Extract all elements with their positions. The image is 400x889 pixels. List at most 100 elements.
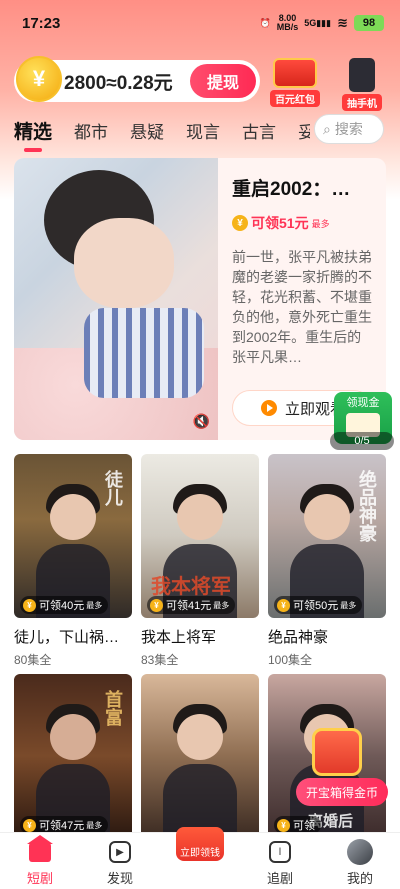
- mute-icon[interactable]: 🔇: [193, 413, 210, 430]
- drama-title: 徒儿，下山祸…: [14, 629, 120, 646]
- tab-urban[interactable]: 都市: [74, 118, 108, 143]
- tab-suspense[interactable]: 悬疑: [130, 118, 164, 143]
- avatar-icon: [347, 839, 373, 865]
- net-speed: 8.00 MB/s: [277, 14, 299, 32]
- search-placeholder: 搜索: [334, 121, 363, 137]
- featured-info: 重启2002：… ¥ 可领51元 最多 前一世，张平凡被扶弟魔的老婆一家折腾的不…: [232, 174, 374, 367]
- treasure-chest-icon[interactable]: [312, 728, 362, 776]
- tab-ancient-romance[interactable]: 古言: [242, 118, 276, 143]
- drama-poster[interactable]: 我本将军 ¥ 可领41元 最多: [141, 454, 259, 618]
- drama-card[interactable]: 绝品神豪 ¥ 可领50元 最多 绝品神豪 100集全: [268, 454, 386, 668]
- phone-lottery-label: 抽手机: [342, 94, 382, 111]
- reward-badge-more: 最多: [86, 820, 103, 830]
- tab-featured[interactable]: 精选: [14, 117, 52, 152]
- reward-badge-text: 可领40元: [39, 600, 85, 612]
- money-envelope-icon: 立即领钱: [176, 827, 224, 861]
- search-icon: ⌕: [323, 120, 331, 137]
- drama-card[interactable]: 首富 ¥ 可领47元 最多: [14, 674, 132, 838]
- drama-card[interactable]: [141, 674, 259, 838]
- coin-icon: ¥: [16, 56, 62, 102]
- net-speed-unit: MB/s: [276, 22, 299, 32]
- featured-reward-more: 最多: [311, 218, 330, 229]
- poster-title-art: 我本将军: [151, 576, 231, 598]
- poster-figure: [50, 714, 96, 760]
- coin-icon: ¥: [150, 598, 163, 612]
- reward-badge: ¥ 可领41元 最多: [147, 596, 236, 614]
- nav-following[interactable]: l 追剧: [245, 839, 315, 887]
- red-packet-label: 百元红包: [270, 90, 320, 107]
- reward-badge-text: 可领: [293, 820, 315, 832]
- drama-card[interactable]: 徒儿 ¥ 可领40元 最多 徒儿，下山祸… 80集全: [14, 454, 132, 668]
- status-bar: 17:23 ⏰ 8.00 MB/s 5G▮▮▮ ≋ 98: [0, 0, 400, 46]
- poster-title-art: 绝品神豪: [357, 470, 377, 542]
- poster-title-art: 徒儿: [103, 470, 123, 506]
- phone-lottery-promo[interactable]: 抽手机: [342, 58, 382, 111]
- reward-badge-text: 可领47元: [39, 820, 85, 832]
- play-icon: [261, 400, 277, 416]
- reward-badge-text: 可领50元: [293, 600, 339, 612]
- poster-figure: [50, 494, 96, 540]
- nav-earn-money[interactable]: 立即领钱: [165, 827, 235, 861]
- home-icon: [27, 835, 53, 865]
- search-input[interactable]: ⌕ 搜索: [314, 114, 384, 144]
- preview-shirt: [84, 308, 204, 398]
- cash-reward-label: 领现金: [346, 397, 380, 409]
- featured-video-preview[interactable]: 🔇: [14, 158, 218, 440]
- coin-icon: ¥: [23, 598, 36, 612]
- coin-balance-bar[interactable]: ¥ 2800≈0.28元 提现: [14, 56, 260, 102]
- status-time: 17:23: [22, 14, 61, 32]
- poster-figure: [304, 494, 350, 540]
- nav-profile[interactable]: 我的: [325, 839, 395, 887]
- poster-title-art: 首富: [103, 690, 123, 726]
- featured-reward: ¥ 可领51元 最多: [232, 213, 374, 233]
- reward-badge-text: 可领41元: [166, 600, 212, 612]
- alarm-icon: ⏰: [259, 17, 271, 28]
- bookmark-icon: l: [267, 839, 293, 865]
- featured-title: 重启2002：…: [232, 179, 351, 200]
- coin-icon: ¥: [277, 818, 290, 832]
- red-packet-promo[interactable]: 百元红包: [270, 58, 320, 107]
- reward-badge: ¥ 可领40元 最多: [20, 596, 109, 614]
- drama-poster[interactable]: 绝品神豪 ¥ 可领50元 最多: [268, 454, 386, 618]
- nav-discover-label: 发现: [106, 871, 133, 886]
- poster-figure: [177, 494, 223, 540]
- preview-face: [74, 218, 174, 308]
- signal-icon: 5G▮▮▮: [304, 17, 332, 28]
- coin-icon: ¥: [232, 215, 248, 231]
- reward-badge: ¥ 可领50元 最多: [274, 596, 363, 614]
- play-icon: ▶: [107, 839, 133, 865]
- drama-episodes: 80集全: [14, 653, 52, 667]
- featured-description: 前一世，张平凡被扶弟魔的老婆一家折腾的不轻，花光积蓄、不堪重负的他，意外死亡重生…: [232, 249, 372, 365]
- nav-discover[interactable]: ▶ 发现: [85, 839, 155, 887]
- tab-modern-romance[interactable]: 现言: [186, 118, 220, 143]
- coin-icon: ¥: [23, 818, 36, 832]
- wifi-icon: ≋: [337, 15, 348, 30]
- battery-indicator: 98: [354, 15, 384, 31]
- drama-title: 绝品神豪: [268, 629, 329, 646]
- drama-poster[interactable]: [141, 674, 259, 838]
- featured-drama-card[interactable]: 🔇 重启2002：… ¥ 可领51元 最多 前一世，张平凡被扶弟魔的老婆一家折腾…: [14, 158, 386, 440]
- reward-badge-more: 最多: [340, 600, 357, 610]
- treasure-chest-button[interactable]: 开宝箱得金币: [296, 778, 388, 806]
- poster-figure: [177, 714, 223, 760]
- reward-badge-more: 最多: [86, 600, 103, 610]
- coin-icon: ¥: [277, 598, 290, 612]
- coin-balance: 2800≈0.28元: [64, 72, 173, 94]
- drama-episodes: 83集全: [141, 653, 179, 667]
- drama-card[interactable]: 我本将军 ¥ 可领41元 最多 我本上将军 83集全: [141, 454, 259, 668]
- nav-following-label: 追剧: [266, 871, 293, 886]
- reward-badge-more: 最多: [213, 600, 230, 610]
- nav-profile-label: 我的: [346, 871, 373, 886]
- featured-reward-text: 可领51元: [251, 215, 309, 231]
- net-type: 5G: [304, 17, 317, 28]
- nav-short-drama[interactable]: 短剧: [5, 835, 75, 887]
- category-tabs: 精选 都市 悬疑 现言 古言 妥: [14, 112, 310, 152]
- withdraw-button[interactable]: 提现: [190, 64, 256, 98]
- tab-more[interactable]: 妥: [298, 118, 310, 143]
- cash-reward-progress: 0/5: [330, 432, 394, 450]
- drama-poster[interactable]: 首富 ¥ 可领47元 最多: [14, 674, 132, 838]
- drama-poster[interactable]: 徒儿 ¥ 可领40元 最多: [14, 454, 132, 618]
- phone-icon: [349, 58, 375, 92]
- drama-title: 我本上将军: [141, 629, 217, 646]
- nav-earn-label: 立即领钱: [180, 848, 220, 859]
